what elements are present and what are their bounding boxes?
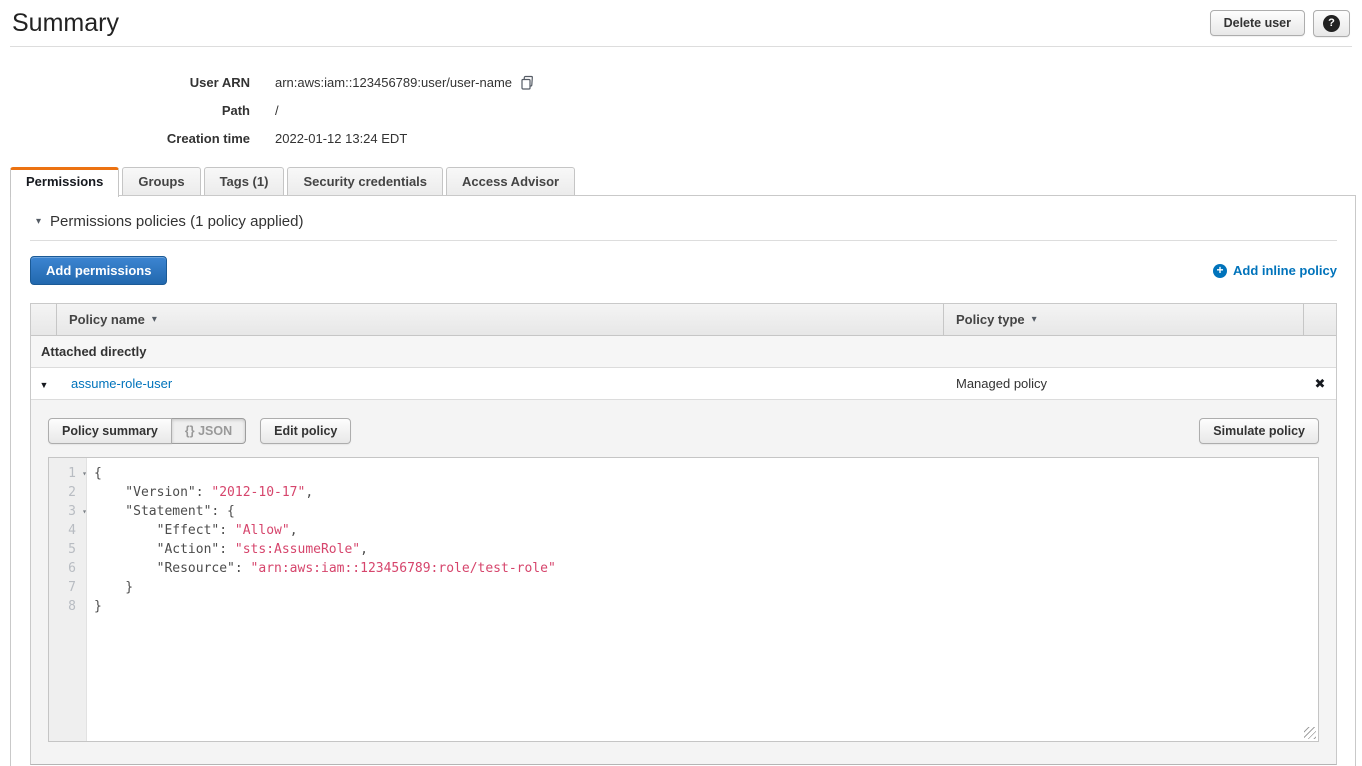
copy-icon[interactable]: [520, 75, 535, 90]
creation-time-value: 2022-01-12 13:24 EDT: [275, 131, 407, 146]
line-number: 6: [49, 559, 86, 578]
field-row-creation-time: Creation time 2022-01-12 13:24 EDT: [0, 124, 1362, 152]
policy-json-editor[interactable]: 1▾23▾45678 { "Version": "2012-10-17", "S…: [48, 457, 1319, 742]
line-number: 3▾: [49, 502, 86, 521]
path-label: Path: [0, 103, 250, 118]
policy-view-segmented-control: Policy summary {} JSON: [48, 418, 246, 444]
row-expand-toggle[interactable]: ▼: [31, 375, 57, 393]
iam-user-summary-page: Summary Delete user ? User ARN arn:aws:i…: [0, 0, 1362, 766]
user-arn-label: User ARN: [0, 75, 250, 90]
field-row-path: Path /: [0, 96, 1362, 124]
line-number: 7: [49, 578, 86, 597]
editor-resize-handle[interactable]: [1304, 727, 1316, 739]
policy-detail-panel: Policy summary {} JSON Edit policy Simul…: [31, 399, 1336, 764]
policy-type-column-header[interactable]: Policy type ▾: [944, 304, 1304, 335]
code-line[interactable]: "Action": "sts:AssumeRole",: [94, 540, 1318, 559]
json-view-button[interactable]: {} JSON: [172, 418, 246, 444]
page-header: Summary Delete user ?: [10, 0, 1352, 47]
sort-caret-icon: ▾: [1032, 314, 1037, 325]
detach-policy-button[interactable]: ✖: [1304, 376, 1336, 392]
section-divider: [30, 240, 1337, 241]
policy-row-assume-role-user: ▼ assume-role-user Managed policy ✖: [31, 368, 1336, 399]
line-number: 5: [49, 540, 86, 559]
policy-detail-toolbar: Policy summary {} JSON Edit policy Simul…: [48, 418, 1319, 444]
editor-code-area[interactable]: { "Version": "2012-10-17", "Statement": …: [87, 458, 1318, 741]
editor-line-number-gutter: 1▾23▾45678: [49, 458, 87, 741]
policies-table: Policy name ▾ Policy type ▾ Attached dir…: [30, 303, 1337, 765]
delete-user-button[interactable]: Delete user: [1210, 10, 1305, 36]
tab-groups[interactable]: Groups: [122, 167, 200, 196]
policy-summary-button[interactable]: Policy summary: [48, 418, 172, 444]
add-permissions-button[interactable]: Add permissions: [30, 256, 167, 285]
code-line[interactable]: }: [94, 597, 1318, 616]
policy-name-header-label: Policy name: [69, 312, 145, 327]
field-row-user-arn: User ARN arn:aws:iam::123456789:user/use…: [0, 68, 1362, 96]
code-line[interactable]: {: [94, 464, 1318, 483]
tab-bar: Permissions Groups Tags (1) Security cre…: [0, 167, 1362, 196]
add-inline-policy-label: Add inline policy: [1233, 263, 1337, 278]
help-icon: ?: [1323, 15, 1340, 32]
fold-arrow-icon[interactable]: ▾: [82, 464, 87, 483]
policy-name-column-header[interactable]: Policy name ▾: [57, 304, 944, 335]
code-line[interactable]: }: [94, 578, 1318, 597]
policy-name-link[interactable]: assume-role-user: [57, 376, 944, 391]
chevron-down-icon: ▾: [36, 216, 41, 227]
tab-tags[interactable]: Tags (1): [204, 167, 285, 196]
user-arn-value-wrap: arn:aws:iam::123456789:user/user-name: [275, 75, 535, 90]
triangle-down-icon: ▼: [40, 380, 49, 390]
add-inline-policy-link[interactable]: + Add inline policy: [1213, 263, 1337, 278]
code-line[interactable]: "Version": "2012-10-17",: [94, 483, 1318, 502]
policy-actions-row: Add permissions + Add inline policy: [30, 256, 1337, 285]
simulate-policy-button[interactable]: Simulate policy: [1199, 418, 1319, 444]
tab-security-credentials[interactable]: Security credentials: [287, 167, 443, 196]
attached-directly-group-row: Attached directly: [31, 336, 1336, 368]
creation-time-label: Creation time: [0, 131, 250, 146]
line-number: 1▾: [49, 464, 86, 483]
tab-permissions[interactable]: Permissions: [10, 167, 119, 197]
fold-arrow-icon[interactable]: ▾: [82, 502, 87, 521]
plus-icon: +: [1213, 264, 1227, 278]
policy-type-value: Managed policy: [944, 376, 1304, 391]
help-button[interactable]: ?: [1313, 10, 1350, 37]
policies-table-header: Policy name ▾ Policy type ▾: [31, 304, 1336, 336]
code-line[interactable]: "Effect": "Allow",: [94, 521, 1318, 540]
actions-column-header: [1304, 304, 1336, 335]
tab-access-advisor[interactable]: Access Advisor: [446, 167, 575, 196]
path-value: /: [275, 103, 279, 118]
user-summary-fields: User ARN arn:aws:iam::123456789:user/use…: [0, 47, 1362, 166]
policy-type-header-label: Policy type: [956, 312, 1025, 327]
sort-caret-icon: ▾: [152, 314, 157, 325]
line-number: 4: [49, 521, 86, 540]
user-arn-value: arn:aws:iam::123456789:user/user-name: [275, 75, 512, 90]
page-title: Summary: [12, 9, 119, 38]
expand-column-header: [31, 304, 57, 335]
permissions-tab-panel: ▾ Permissions policies (1 policy applied…: [10, 195, 1356, 766]
header-actions: Delete user ?: [1210, 10, 1350, 37]
code-line[interactable]: "Resource": "arn:aws:iam::123456789:role…: [94, 559, 1318, 578]
code-line[interactable]: "Statement": {: [94, 502, 1318, 521]
line-number: 2: [49, 483, 86, 502]
permissions-policies-heading: Permissions policies (1 policy applied): [50, 213, 303, 230]
edit-policy-button[interactable]: Edit policy: [260, 418, 351, 444]
permissions-policies-toggle[interactable]: ▾ Permissions policies (1 policy applied…: [30, 196, 1337, 230]
line-number: 8: [49, 597, 86, 616]
